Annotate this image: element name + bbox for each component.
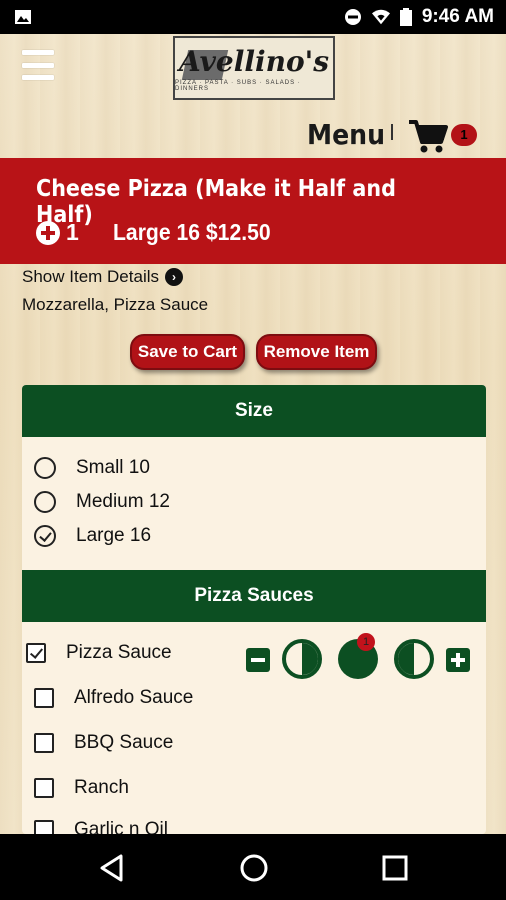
status-bar: 9:46 AM bbox=[0, 0, 506, 34]
plus-icon[interactable] bbox=[446, 648, 470, 672]
chevron-right-icon: › bbox=[165, 268, 183, 286]
right-half-portion-icon[interactable] bbox=[282, 639, 322, 679]
home-icon[interactable] bbox=[239, 853, 269, 883]
image-icon bbox=[15, 10, 31, 24]
remove-item-button[interactable]: Remove Item bbox=[256, 334, 377, 370]
back-icon[interactable] bbox=[99, 854, 125, 882]
logo-tagline: PIZZA · PASTA · SUBS · SALADS · DINNERS bbox=[175, 79, 301, 92]
size-option-medium[interactable]: Medium 12 bbox=[34, 491, 170, 513]
hamburger-menu-icon[interactable] bbox=[22, 50, 54, 80]
sauce-section-title: Pizza Sauces bbox=[194, 585, 314, 606]
radio-button[interactable] bbox=[34, 491, 56, 513]
size-option-label: Medium 12 bbox=[76, 491, 170, 512]
cart-icon[interactable] bbox=[408, 118, 448, 154]
sauce-option-garlic[interactable]: Garlic n Oil bbox=[34, 819, 168, 834]
radio-button-selected[interactable] bbox=[34, 525, 56, 547]
left-half-portion-icon[interactable] bbox=[394, 639, 434, 679]
item-quantity: 1 bbox=[66, 219, 79, 245]
header-divider bbox=[391, 124, 393, 140]
item-ingredients: Mozzarella, Pizza Sauce bbox=[22, 295, 209, 314]
sauce-option-pizza-sauce[interactable]: Pizza Sauce bbox=[26, 642, 172, 664]
size-option-label: Large 16 bbox=[76, 525, 152, 546]
size-option-label: Small 10 bbox=[76, 457, 150, 478]
system-navigation-bar bbox=[0, 834, 506, 900]
portion-selector: 1 bbox=[246, 633, 472, 681]
size-option-large[interactable]: Large 16 bbox=[34, 525, 151, 547]
cart-count-badge: 1 bbox=[451, 124, 477, 146]
logo[interactable]: Avellino's PIZZA · PASTA · SUBS · SALADS… bbox=[173, 36, 335, 100]
logo-name: Avellino's bbox=[179, 44, 329, 78]
save-to-cart-button[interactable]: Save to Cart bbox=[130, 334, 245, 370]
sauce-option-label: Alfredo Sauce bbox=[74, 687, 194, 708]
sauce-option-alfredo[interactable]: Alfredo Sauce bbox=[34, 687, 193, 709]
sauce-option-ranch[interactable]: Ranch bbox=[34, 777, 129, 799]
checkbox-checked[interactable] bbox=[26, 643, 46, 663]
item-size-price: Large 16 $12.50 bbox=[112, 219, 271, 245]
recents-icon[interactable] bbox=[382, 855, 408, 881]
sauce-option-label: Garlic n Oil bbox=[74, 819, 168, 834]
sauce-option-label: Ranch bbox=[74, 777, 129, 798]
size-section-header: Size bbox=[22, 385, 486, 437]
sauce-option-label: Pizza Sauce bbox=[66, 642, 172, 663]
radio-button[interactable] bbox=[34, 457, 56, 479]
portion-count-badge: 1 bbox=[357, 633, 375, 651]
size-option-small[interactable]: Small 10 bbox=[34, 457, 150, 479]
item-banner: Cheese Pizza (Make it Half and Half) 1 L… bbox=[0, 158, 506, 264]
checkbox[interactable] bbox=[34, 778, 54, 798]
sauce-option-label: BBQ Sauce bbox=[74, 732, 174, 753]
show-item-details-label: Show Item Details bbox=[22, 267, 159, 286]
sauce-option-bbq[interactable]: BBQ Sauce bbox=[34, 732, 173, 754]
battery-icon bbox=[399, 8, 412, 26]
options-panel: Size Small 10 Medium 12 Large 16 Pizza S… bbox=[22, 385, 486, 834]
do-not-disturb-icon bbox=[344, 9, 361, 25]
wifi-icon bbox=[371, 9, 390, 25]
checkbox[interactable] bbox=[34, 820, 54, 834]
status-time: 9:46 AM bbox=[421, 6, 494, 27]
menu-label[interactable]: Menu bbox=[307, 118, 385, 151]
show-item-details-link[interactable]: Show Item Details › bbox=[22, 267, 183, 287]
size-section-title: Size bbox=[234, 400, 274, 421]
add-quantity-icon[interactable] bbox=[36, 220, 60, 245]
sauce-section-header: Pizza Sauces bbox=[22, 570, 486, 622]
minus-icon[interactable] bbox=[246, 648, 270, 672]
checkbox[interactable] bbox=[34, 733, 54, 753]
checkbox[interactable] bbox=[34, 688, 54, 708]
